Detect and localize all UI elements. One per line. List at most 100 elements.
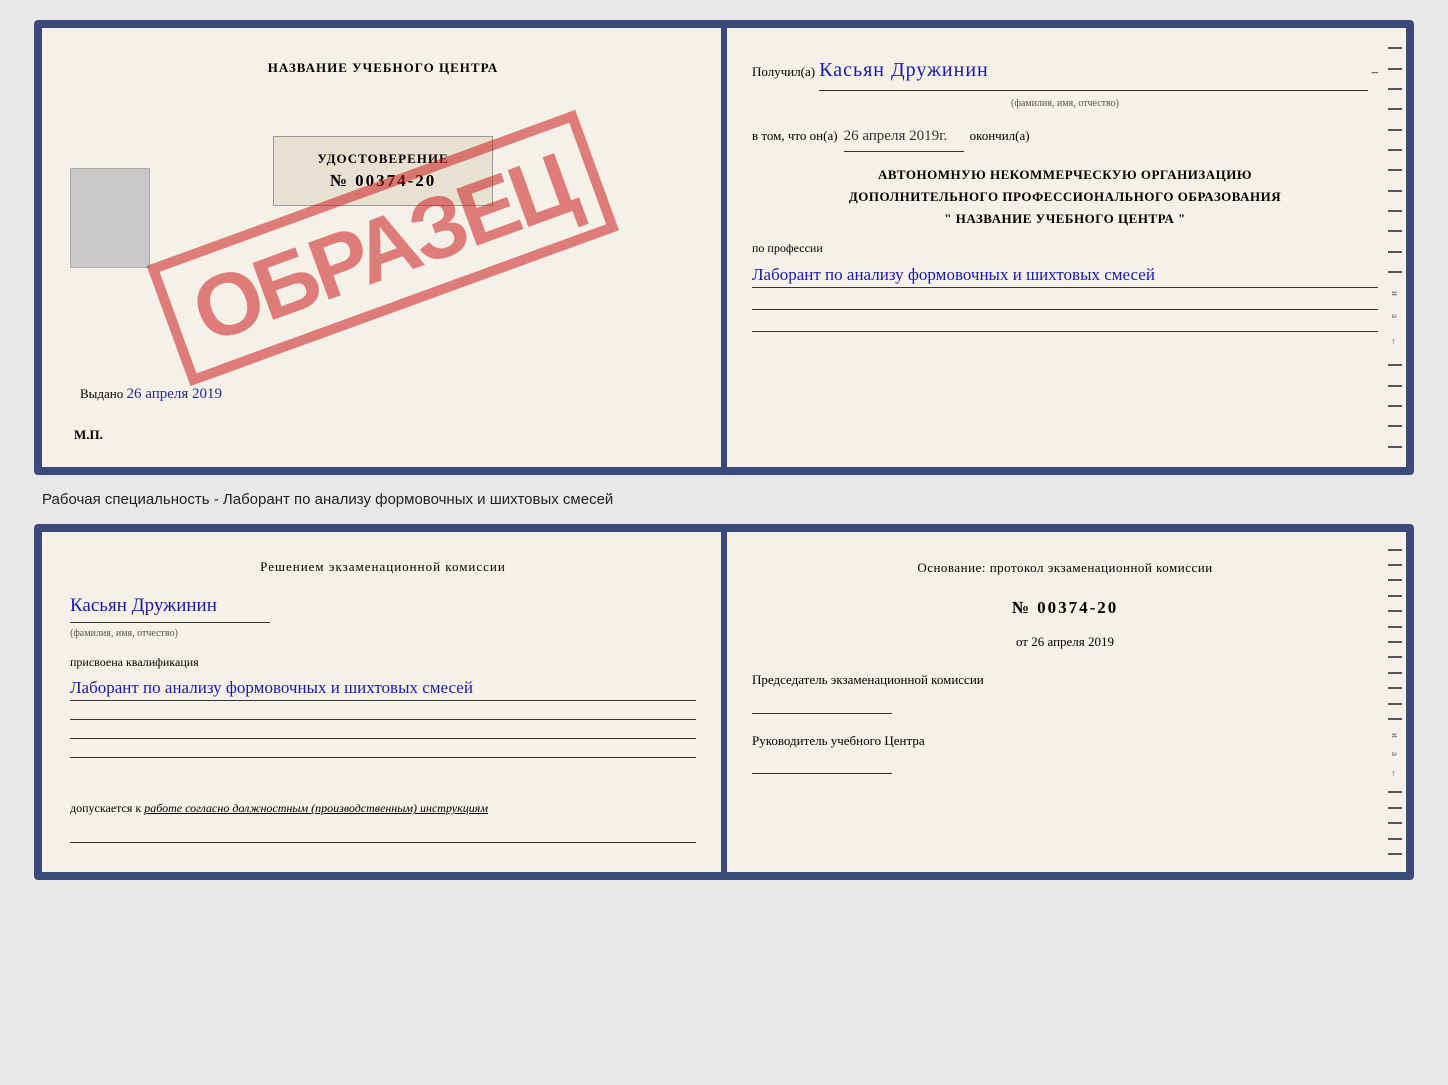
- spine-dash-b: [1388, 687, 1402, 689]
- spine-b-и: и: [1390, 733, 1400, 738]
- udost-label: УДОСТОВЕРЕНИЕ: [292, 151, 474, 167]
- ot-prefix: от: [1016, 634, 1028, 649]
- spine-dash: [1388, 230, 1402, 232]
- predsedatel-block: Председатель экзаменационной комиссии: [752, 671, 1378, 713]
- org-block: АВТОНОМНУЮ НЕКОММЕРЧЕСКУЮ ОРГАНИЗАЦИЮ ДО…: [752, 164, 1378, 230]
- prof-handwritten: Лаборант по анализу формовочных и шихтов…: [752, 262, 1378, 289]
- underline-1: [752, 296, 1378, 310]
- vtom-label: в том, что он(а): [752, 124, 838, 147]
- spine-dash: [1388, 190, 1402, 192]
- spine-dash-b: [1388, 718, 1402, 720]
- spine-dash: [1388, 271, 1402, 273]
- rukovod-block: Руководитель учебного Центра: [752, 732, 1378, 774]
- spine-dash: [1388, 68, 1402, 70]
- top-left-half: НАЗВАНИЕ УЧЕБНОГО ЦЕНТРА ОБРАЗЕЦ УДОСТОВ…: [42, 28, 724, 467]
- spine-dash: [1388, 405, 1402, 407]
- poluchil-label: Получил(а): [752, 60, 815, 83]
- basis-right-content: Основание: протокол экзаменационной коми…: [752, 556, 1378, 774]
- photo-placeholder: [70, 168, 150, 268]
- spine-dash: [1388, 47, 1402, 49]
- udost-number: № 00374-20: [330, 171, 437, 190]
- spine-dash-b: [1388, 807, 1402, 809]
- spine-dash: [1388, 425, 1402, 427]
- dopusk-underline: [70, 829, 696, 843]
- spine-dash-b: [1388, 838, 1402, 840]
- protocol-number: № 00374-20: [752, 593, 1378, 624]
- spine-dash: [1388, 169, 1402, 171]
- spine-dash: [1388, 385, 1402, 387]
- vtom-date: 26 апреля 2019г.: [844, 123, 964, 152]
- exam-fio-sub: (фамилия, имя, отчество): [70, 625, 696, 642]
- cert-title: НАЗВАНИЕ УЧЕБНОГО ЦЕНТРА: [70, 60, 696, 76]
- spine-dash-b: [1388, 564, 1402, 566]
- bottom-document-card: Решением экзаменационной комиссии Касьян…: [34, 524, 1414, 880]
- predsedatel-sig-line: [752, 694, 892, 714]
- bottom-right-half: Основание: протокол экзаменационной коми…: [724, 532, 1406, 872]
- bottom-spine-dashes: и а ←: [1384, 532, 1406, 872]
- spine-dash: [1388, 149, 1402, 151]
- exam-heading: Решением экзаменационной комиссии: [70, 556, 696, 578]
- vtom-line: в том, что он(а) 26 апреля 2019г. окончи…: [752, 123, 1378, 152]
- kvali-underline-3: [70, 744, 696, 758]
- spine-text-а: а: [1390, 314, 1400, 318]
- vydano-line: Выдано 26 апреля 2019: [70, 386, 696, 403]
- osnov-line: Основание: протокол экзаменационной коми…: [752, 556, 1378, 579]
- spine-dash: [1388, 210, 1402, 212]
- top-right-content: Получил(а) Касьян Дружинин – (фамилия, и…: [752, 52, 1378, 332]
- spine-dash-b: [1388, 791, 1402, 793]
- mp-label: М.П.: [70, 427, 696, 443]
- fio-name: Касьян Дружинин: [819, 52, 1367, 91]
- predsedatel-label: Председатель экзаменационной комиссии: [752, 671, 1378, 689]
- dopusk-label: допускается к: [70, 801, 141, 815]
- kvali-handwritten: Лаборант по анализу формовочных и шихтов…: [70, 675, 696, 702]
- exam-left-content: Решением экзаменационной комиссии Касьян…: [70, 556, 696, 843]
- fio-sublabel: (фамилия, имя, отчество): [752, 95, 1378, 113]
- prisvoena-label: присвоена квалификация: [70, 652, 696, 672]
- dopuskaetsya-block: допускается к работе согласно должностны…: [70, 798, 696, 818]
- top-right-half: Получил(а) Касьян Дружинин – (фамилия, и…: [724, 28, 1406, 467]
- spine-dash-b: [1388, 626, 1402, 628]
- prof-label: по профессии: [752, 238, 1378, 260]
- ot-date-line: от 26 апреля 2019: [752, 630, 1378, 653]
- ot-date: 26 апреля 2019: [1031, 634, 1114, 649]
- poluchil-line: Получил(а) Касьян Дружинин –: [752, 52, 1378, 91]
- spine-text-k: ←: [1390, 337, 1400, 346]
- spine-dash-b: [1388, 703, 1402, 705]
- dopusk-text: работе согласно должностным (производств…: [144, 801, 488, 815]
- spine-dash-b: [1388, 822, 1402, 824]
- vydano-label: Выдано: [80, 386, 123, 401]
- spine-dash-b: [1388, 610, 1402, 612]
- spine-dash-b: [1388, 579, 1402, 581]
- exam-fio: Касьян Дружинин: [70, 590, 270, 623]
- kvali-underline-2: [70, 725, 696, 739]
- spine-dash: [1388, 88, 1402, 90]
- page-wrapper: НАЗВАНИЕ УЧЕБНОГО ЦЕНТРА ОБРАЗЕЦ УДОСТОВ…: [34, 20, 1414, 880]
- spine-dash: [1388, 364, 1402, 366]
- rukovod-sig-line: [752, 754, 892, 774]
- spine-b-k: ←: [1390, 769, 1400, 778]
- org-line2: ДОПОЛНИТЕЛЬНОГО ПРОФЕССИОНАЛЬНОГО ОБРАЗО…: [752, 186, 1378, 208]
- spine-dash-b: [1388, 549, 1402, 551]
- spine-dash: [1388, 251, 1402, 253]
- spine-dash-b: [1388, 672, 1402, 674]
- spine-dash-b: [1388, 853, 1402, 855]
- top-document-card: НАЗВАНИЕ УЧЕБНОГО ЦЕНТРА ОБРАЗЕЦ УДОСТОВ…: [34, 20, 1414, 475]
- spine-dash: [1388, 129, 1402, 131]
- spine-dashes: и а ←: [1384, 28, 1406, 467]
- org-line1: АВТОНОМНУЮ НЕКОММЕРЧЕСКУЮ ОРГАНИЗАЦИЮ: [752, 164, 1378, 186]
- spine-dash-b: [1388, 595, 1402, 597]
- specialty-label: Рабочая специальность - Лаборант по анал…: [34, 487, 1414, 512]
- org-name: " НАЗВАНИЕ УЧЕБНОГО ЦЕНТРА ": [752, 208, 1378, 230]
- spine-dash-b: [1388, 641, 1402, 643]
- udost-box: УДОСТОВЕРЕНИЕ № 00374-20: [273, 136, 493, 206]
- underline-2: [752, 318, 1378, 332]
- okonchil-label: окончил(а): [970, 124, 1030, 147]
- spine-dash: [1388, 446, 1402, 448]
- vydano-date: 26 апреля 2019: [127, 386, 223, 402]
- rukovod-label: Руководитель учебного Центра: [752, 732, 1378, 750]
- kvali-underline-1: [70, 706, 696, 720]
- spine-dash: [1388, 108, 1402, 110]
- spine-dash-b: [1388, 656, 1402, 658]
- bottom-left-half: Решением экзаменационной комиссии Касьян…: [42, 532, 724, 872]
- spine-b-а: а: [1390, 752, 1400, 756]
